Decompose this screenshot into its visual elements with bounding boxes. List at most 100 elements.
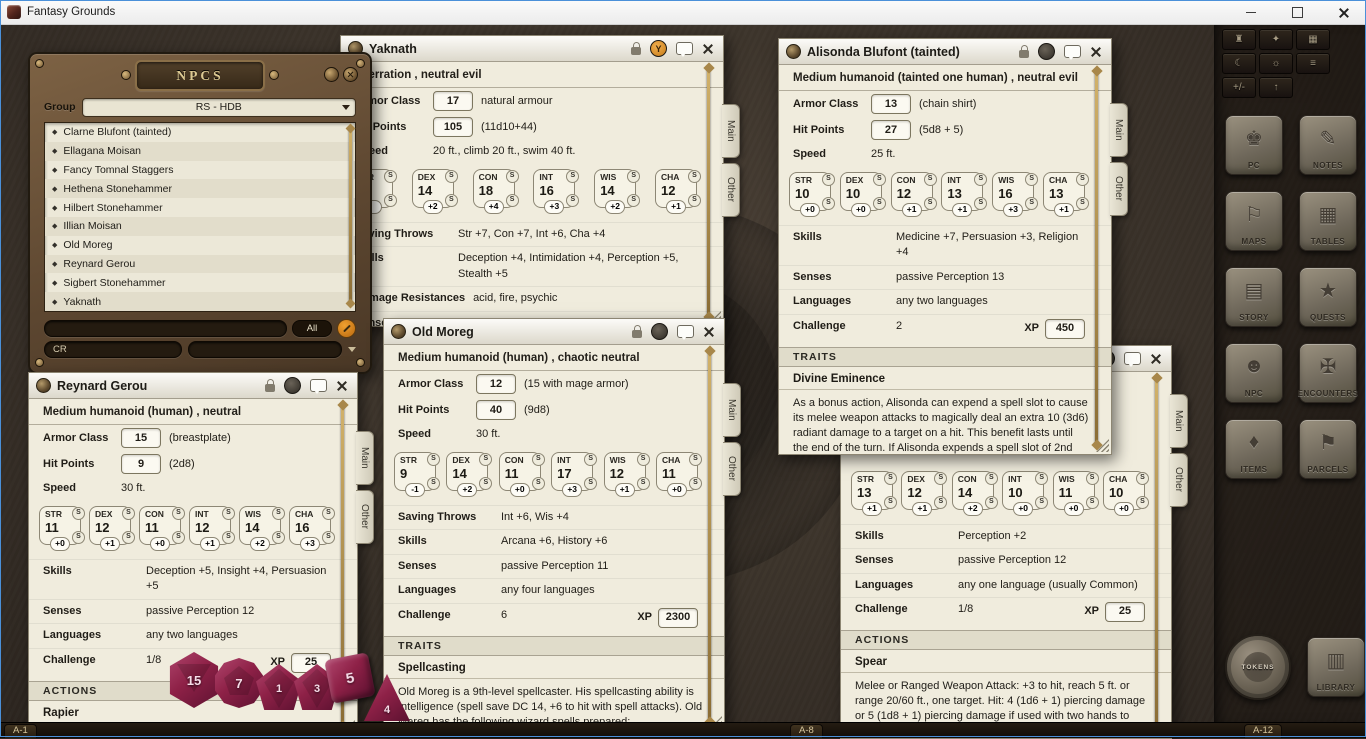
cr-filter-field[interactable]: CR — [44, 341, 182, 358]
window-knob-icon[interactable] — [391, 324, 406, 339]
ability-save-button[interactable]: S — [479, 477, 492, 490]
ability-save-button[interactable]: S — [122, 531, 135, 544]
hp-value[interactable]: 40 — [476, 400, 516, 420]
ability-save-button[interactable]: S — [222, 531, 235, 544]
tab-main[interactable]: Main — [722, 104, 740, 158]
npc-list-item[interactable]: ◆ Yaknath — [45, 292, 355, 311]
ac-value[interactable]: 12 — [476, 374, 516, 394]
ability-save-button[interactable]: S — [322, 531, 335, 544]
ability-check-button[interactable]: S — [884, 472, 897, 485]
ability-check-button[interactable]: S — [627, 170, 640, 183]
tab-other[interactable]: Other — [722, 163, 740, 217]
tab-main[interactable]: Main — [1110, 103, 1128, 157]
ability-save-button[interactable]: S — [506, 194, 519, 207]
sidebar-button-notes[interactable]: ✎ NOTES — [1299, 115, 1357, 175]
ability-check-button[interactable]: S — [566, 170, 579, 183]
die-d6[interactable]: 5 — [324, 652, 376, 704]
token-icon[interactable] — [651, 323, 668, 340]
ability-save-button[interactable]: S — [72, 531, 85, 544]
hp-value[interactable]: 9 — [121, 454, 161, 474]
token-icon[interactable] — [284, 377, 301, 394]
sidebar-button-story[interactable]: ▤ STORY — [1225, 267, 1283, 327]
ability-save-button[interactable]: S — [934, 496, 947, 509]
ability-check-button[interactable]: S — [222, 507, 235, 520]
lock-icon[interactable] — [631, 47, 641, 55]
ability-check-button[interactable]: S — [822, 173, 835, 186]
ability-save-button[interactable]: S — [566, 194, 579, 207]
close-icon[interactable] — [336, 380, 347, 391]
maximize-button[interactable] — [1274, 0, 1320, 24]
ability-check-button[interactable]: S — [479, 453, 492, 466]
close-icon[interactable] — [702, 43, 713, 54]
ability-save-button[interactable]: S — [689, 477, 702, 490]
ability-check-button[interactable]: S — [1076, 173, 1089, 186]
ability-check-button[interactable]: S — [72, 507, 85, 520]
options-button[interactable]: ☼ — [1259, 53, 1293, 74]
close-window-button[interactable] — [1320, 0, 1366, 24]
ability-check-button[interactable]: S — [924, 173, 937, 186]
npc-list-item[interactable]: ◆ Clarne Blufont (tainted) — [45, 123, 355, 142]
tab-main[interactable]: Main — [356, 431, 374, 485]
filter-dropdown-arrow-icon[interactable] — [348, 347, 356, 352]
grid-button[interactable]: ≡ — [1296, 53, 1330, 74]
ability-save-button[interactable]: S — [627, 194, 640, 207]
ability-check-button[interactable]: S — [637, 453, 650, 466]
ability-check-button[interactable]: S — [122, 507, 135, 520]
close-icon[interactable] — [1090, 46, 1101, 57]
group-dropdown[interactable]: RS - HDB — [82, 98, 357, 117]
ability-check-button[interactable]: S — [427, 453, 440, 466]
chat-bubble-icon[interactable] — [310, 379, 327, 392]
close-button[interactable] — [343, 67, 358, 82]
ability-check-button[interactable]: S — [689, 453, 702, 466]
ability-check-button[interactable]: S — [974, 173, 987, 186]
ability-save-button[interactable]: S — [584, 477, 597, 490]
ability-check-button[interactable]: S — [384, 170, 397, 183]
ability-save-button[interactable]: S — [427, 477, 440, 490]
ability-save-button[interactable]: S — [884, 496, 897, 509]
sidebar-button-pc[interactable]: ♚ PC — [1225, 115, 1283, 175]
window-knob-icon[interactable] — [36, 378, 51, 393]
npcs-title-plaque[interactable]: NPCS — [135, 60, 265, 91]
scrollbar[interactable] — [707, 68, 710, 317]
ability-check-button[interactable]: S — [172, 507, 185, 520]
modifiers-button[interactable]: +/- — [1222, 77, 1256, 98]
npc-list-item[interactable]: ◆ Old Moreg — [45, 236, 355, 255]
sidebar-button-npc[interactable]: ☻ NPC — [1225, 343, 1283, 403]
tab-main[interactable]: Main — [1170, 394, 1188, 448]
lock-icon[interactable] — [632, 330, 642, 338]
ability-save-button[interactable]: S — [172, 531, 185, 544]
ability-save-button[interactable]: S — [873, 197, 886, 210]
tab-other[interactable]: Other — [1170, 453, 1188, 507]
ability-check-button[interactable]: S — [934, 472, 947, 485]
os-titlebar[interactable]: Fantasy Grounds — [0, 0, 1366, 25]
taskbar-tab[interactable]: A-12 — [1244, 724, 1282, 738]
ability-save-button[interactable]: S — [822, 197, 835, 210]
sheet-titlebar[interactable]: Alisonda Blufont (tainted) — [779, 39, 1111, 65]
xp-value[interactable]: 450 — [1045, 319, 1085, 339]
tab-other[interactable]: Other — [356, 490, 374, 544]
window-knob-icon[interactable] — [786, 44, 801, 59]
ability-save-button[interactable]: S — [1086, 496, 1099, 509]
sidebar-button-library[interactable]: ▥ LIBRARY — [1307, 637, 1365, 697]
ability-check-button[interactable]: S — [272, 507, 285, 520]
edit-button[interactable] — [337, 319, 356, 338]
ability-save-button[interactable]: S — [688, 194, 701, 207]
taskbar-tab[interactable]: A-8 — [790, 724, 823, 738]
scrollbar[interactable] — [1095, 71, 1098, 445]
filter-input[interactable] — [44, 320, 287, 337]
ability-save-button[interactable]: S — [985, 496, 998, 509]
ability-check-button[interactable]: S — [445, 170, 458, 183]
chat-bubble-icon[interactable] — [1064, 45, 1081, 58]
sidebar-button-encounters[interactable]: ✠ ENCOUNTERS — [1299, 343, 1357, 403]
ac-value[interactable]: 17 — [433, 91, 473, 111]
sheet-titlebar[interactable]: Reynard Gerou — [29, 373, 357, 399]
sidebar-button-quests[interactable]: ★ QUESTS — [1299, 267, 1357, 327]
token-icon[interactable] — [1038, 43, 1055, 60]
ability-save-button[interactable]: S — [272, 531, 285, 544]
ability-save-button[interactable]: S — [532, 477, 545, 490]
sidebar-button-maps[interactable]: ⚐ MAPS — [1225, 191, 1283, 251]
tokens-button[interactable]: TOKENS — [1225, 634, 1291, 700]
tab-other[interactable]: Other — [1110, 162, 1128, 216]
ability-check-button[interactable]: S — [1025, 173, 1038, 186]
ability-check-button[interactable]: S — [1035, 472, 1048, 485]
